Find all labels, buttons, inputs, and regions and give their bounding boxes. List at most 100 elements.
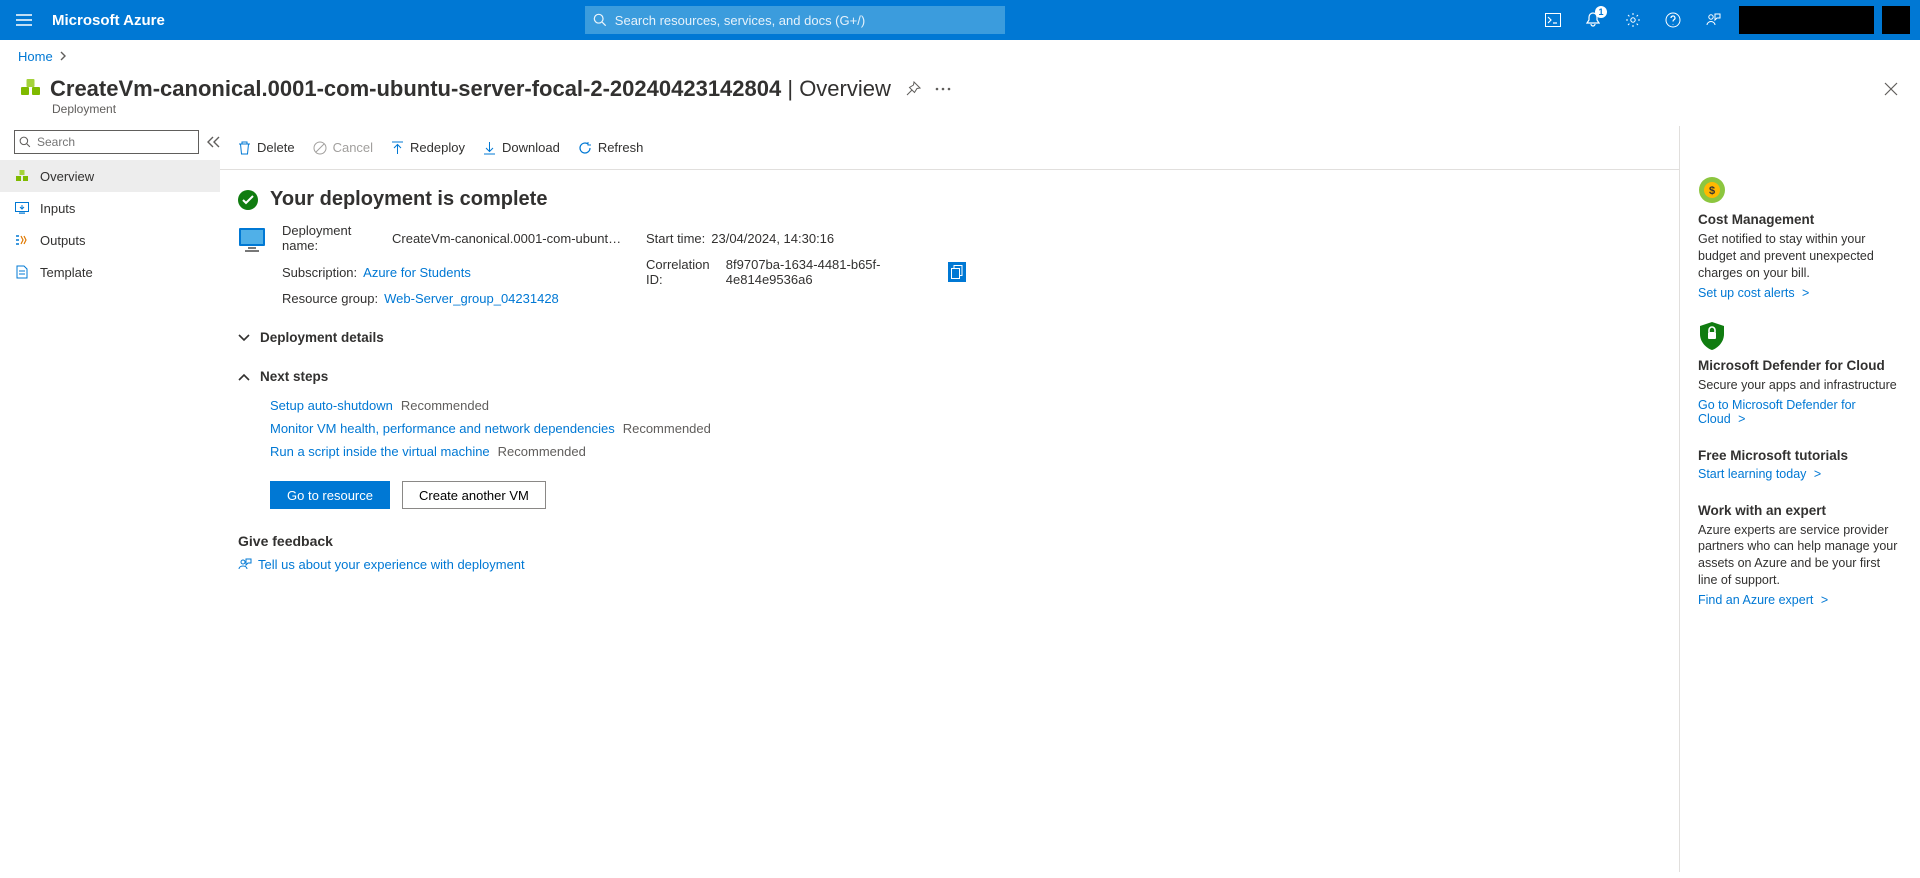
resource-menu: Overview Inputs Outputs Template <box>0 126 220 872</box>
recommendations-panel: $ Cost Management Get notified to stay w… <box>1680 126 1920 872</box>
global-search-wrap <box>585 6 1005 34</box>
download-icon <box>483 141 496 155</box>
page-title-row: CreateVm-canonical.0001-com-ubuntu-serve… <box>0 72 1920 102</box>
settings-button[interactable] <box>1613 0 1653 40</box>
hamburger-menu[interactable] <box>0 0 48 40</box>
promo-link[interactable]: Set up cost alerts > <box>1698 286 1809 300</box>
promo-desc: Azure experts are service provider partn… <box>1698 522 1902 590</box>
cancel-label: Cancel <box>333 140 373 155</box>
promo-link[interactable]: Find an Azure expert > <box>1698 593 1828 607</box>
deployment-details-toggle[interactable]: Deployment details <box>238 324 1661 351</box>
feedback-button[interactable] <box>1693 0 1733 40</box>
sidebar-item-template[interactable]: Template <box>0 256 220 288</box>
next-steps-toggle[interactable]: Next steps <box>238 363 1661 390</box>
subscription-label: Subscription: <box>282 265 357 280</box>
deployment-resource-icon <box>18 76 44 102</box>
promo-title: Microsoft Defender for Cloud <box>1698 358 1902 373</box>
copy-correlation-id-button[interactable] <box>948 262 966 282</box>
deployment-summary: Deployment name: CreateVm-canonical.0001… <box>220 219 1679 318</box>
breadcrumb: Home <box>0 40 1920 72</box>
copy-icon <box>951 265 963 279</box>
redeploy-icon <box>391 141 404 155</box>
refresh-label: Refresh <box>598 140 644 155</box>
start-time-label: Start time: <box>646 231 705 246</box>
feedback-icon <box>238 558 252 572</box>
sidebar-item-overview[interactable]: Overview <box>0 160 220 192</box>
sidebar-item-outputs[interactable]: Outputs <box>0 224 220 256</box>
cloud-shell-button[interactable] <box>1533 0 1573 40</box>
inputs-icon <box>14 202 30 214</box>
notifications-button[interactable]: 1 <box>1573 0 1613 40</box>
gear-icon <box>1625 12 1641 28</box>
sidebar-item-label: Overview <box>40 169 94 184</box>
promo-title: Free Microsoft tutorials <box>1698 448 1902 463</box>
delete-label: Delete <box>257 140 295 155</box>
sidebar-item-label: Inputs <box>40 201 75 216</box>
breadcrumb-home[interactable]: Home <box>18 49 53 64</box>
template-icon <box>14 265 30 279</box>
recommended-label: Recommended <box>498 444 586 459</box>
menu-search-input[interactable] <box>14 130 199 154</box>
success-check-icon <box>238 190 258 210</box>
brand-label[interactable]: Microsoft Azure <box>52 12 165 29</box>
promo-expert: Work with an expert Azure experts are se… <box>1698 503 1902 608</box>
cancel-button[interactable]: Cancel <box>313 140 373 155</box>
sidebar-item-label: Outputs <box>40 233 86 248</box>
deployment-details-heading: Deployment details <box>260 330 384 345</box>
search-icon <box>593 13 607 27</box>
collapse-menu-button[interactable] <box>207 136 221 148</box>
promo-cost-management: $ Cost Management Get notified to stay w… <box>1698 176 1902 300</box>
close-icon <box>1884 82 1898 96</box>
status-heading: Your deployment is complete <box>270 188 547 211</box>
global-header: Microsoft Azure 1 <box>0 0 1920 40</box>
main-content: Delete Cancel Redeploy Download Refresh <box>220 126 1680 872</box>
promo-title: Work with an expert <box>1698 503 1902 518</box>
go-to-resource-button[interactable]: Go to resource <box>270 481 390 509</box>
subscription-link[interactable]: Azure for Students <box>363 265 471 280</box>
global-search-input[interactable] <box>585 6 1005 34</box>
download-label: Download <box>502 140 560 155</box>
next-steps-heading: Next steps <box>260 369 328 384</box>
promo-link[interactable]: Start learning today > <box>1698 467 1821 481</box>
delete-button[interactable]: Delete <box>238 140 295 155</box>
sidebar-item-label: Template <box>40 265 93 280</box>
recommended-label: Recommended <box>401 398 489 413</box>
command-bar: Delete Cancel Redeploy Download Refresh <box>220 126 1679 170</box>
chevrons-left-icon <box>207 136 221 148</box>
promo-link[interactable]: Go to Microsoft Defender for Cloud > <box>1698 398 1856 426</box>
header-icons: 1 <box>1533 0 1920 40</box>
close-blade-button[interactable] <box>1884 82 1898 96</box>
avatar[interactable] <box>1882 6 1910 34</box>
promo-defender: Microsoft Defender for Cloud Secure your… <box>1698 322 1902 426</box>
start-time-value: 23/04/2024, 14:30:16 <box>711 231 834 246</box>
account-label[interactable] <box>1739 6 1874 34</box>
correlation-id-label: Correlation ID: <box>646 257 720 287</box>
more-button[interactable] <box>935 87 951 91</box>
redeploy-button[interactable]: Redeploy <box>391 140 465 155</box>
promo-desc: Get notified to stay within your budget … <box>1698 231 1902 282</box>
refresh-icon <box>578 141 592 155</box>
next-step-link[interactable]: Monitor VM health, performance and netwo… <box>270 421 615 436</box>
next-step-link[interactable]: Setup auto-shutdown <box>270 398 393 413</box>
pin-icon <box>905 81 921 97</box>
notification-badge: 1 <box>1595 6 1607 18</box>
search-icon <box>19 136 31 148</box>
pin-button[interactable] <box>905 81 921 97</box>
ellipsis-icon <box>935 87 951 91</box>
feedback-link[interactable]: Tell us about your experience with deplo… <box>258 557 525 572</box>
rg-label: Resource group: <box>282 291 378 306</box>
cancel-icon <box>313 141 327 155</box>
download-button[interactable]: Download <box>483 140 560 155</box>
page-subtitle: Deployment <box>0 102 1920 126</box>
next-step-link[interactable]: Run a script inside the virtual machine <box>270 444 490 459</box>
rg-link[interactable]: Web-Server_group_04231428 <box>384 291 559 306</box>
help-icon <box>1665 12 1681 28</box>
sidebar-item-inputs[interactable]: Inputs <box>0 192 220 224</box>
refresh-button[interactable]: Refresh <box>578 140 644 155</box>
hamburger-icon <box>16 14 32 26</box>
create-another-vm-button[interactable]: Create another VM <box>402 481 546 509</box>
page-section: Overview <box>799 76 891 102</box>
help-button[interactable] <box>1653 0 1693 40</box>
recommended-label: Recommended <box>623 421 711 436</box>
feedback-heading: Give feedback <box>220 533 1679 549</box>
